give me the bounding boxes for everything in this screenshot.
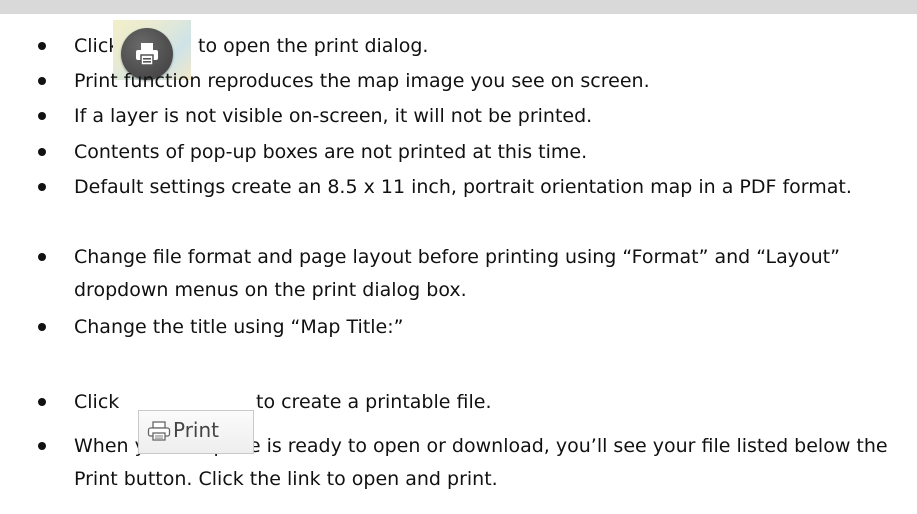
bullet-dot <box>38 42 46 50</box>
print-button-label: Print <box>173 418 220 442</box>
print-button-image: Print <box>138 410 254 454</box>
item-text-after: to open the print dialog. <box>198 35 429 57</box>
item-text: If a layer is not visible on-screen, it … <box>74 105 593 127</box>
printer-icon <box>136 43 158 66</box>
item-text: Contents of pop-up boxes are not printed… <box>74 141 588 163</box>
item-text: Default settings create an 8.5 x 11 inch… <box>74 176 852 198</box>
bullet-dot <box>38 148 46 156</box>
item-text-after: to create a printable file. <box>256 391 492 413</box>
item-text: Change file format and page layout befor… <box>74 246 840 301</box>
bullet-dot <box>38 442 46 450</box>
bullet-dot <box>38 112 46 120</box>
bullet-dot <box>38 77 46 85</box>
item-text: Change the title using “Map Title:” <box>74 316 404 338</box>
top-band <box>0 0 917 14</box>
bullet-dot <box>38 183 46 191</box>
printer-icon <box>147 421 171 441</box>
bullet-dot <box>38 253 46 261</box>
bullet-dot <box>38 323 46 331</box>
item-text: Print function reproduces the map image … <box>74 70 650 92</box>
bullet-dot <box>38 398 46 406</box>
